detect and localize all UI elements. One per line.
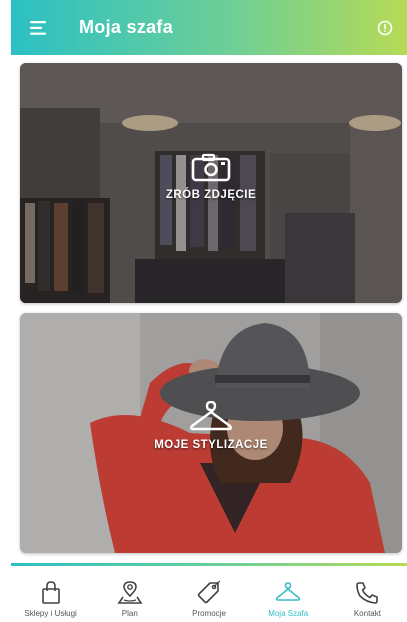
take-photo-label: ZRÓB ZDJĘCIE bbox=[165, 189, 257, 201]
hamburger-menu-icon bbox=[30, 20, 46, 35]
tag-icon bbox=[197, 580, 221, 604]
phone-icon bbox=[356, 582, 379, 604]
nav-label-contact: Kontakt bbox=[353, 609, 381, 618]
menu-button[interactable] bbox=[11, 0, 67, 55]
nav-item-promotions[interactable]: Promocje bbox=[169, 566, 248, 622]
shopping-bag-icon bbox=[41, 581, 60, 604]
hanger-icon bbox=[190, 401, 232, 431]
nav-label-shops: Sklepy i Usługi bbox=[24, 609, 77, 618]
nav-label-promotions: Promocje bbox=[192, 609, 226, 618]
nav-label-plan: Plan bbox=[121, 609, 138, 618]
hanger-icon bbox=[276, 582, 301, 601]
page-title: Moja szafa bbox=[79, 17, 174, 37]
nav-item-contact[interactable]: Kontakt bbox=[328, 566, 407, 622]
nav-label-my-wardrobe: Moja Szafa bbox=[268, 609, 309, 618]
nav-item-my-wardrobe[interactable]: Moja Szafa bbox=[249, 566, 328, 622]
my-stylizations-card[interactable]: MOJE STYLIZACJE bbox=[20, 313, 402, 553]
map-pin-icon bbox=[117, 581, 143, 604]
take-photo-card[interactable]: ZRÓB ZDJĘCIE bbox=[20, 63, 402, 303]
nav-item-plan[interactable]: Plan bbox=[90, 566, 169, 622]
info-icon[interactable] bbox=[375, 18, 395, 38]
nav-item-shops[interactable]: Sklepy i Usługi bbox=[11, 566, 90, 622]
my-stylizations-label: MOJE STYLIZACJE bbox=[154, 439, 268, 451]
bottom-navigation: Sklepy i Usługi Plan Promocje Moja Szafa… bbox=[11, 566, 407, 622]
camera-icon bbox=[191, 153, 231, 182]
app-header: Moja szafa bbox=[11, 0, 407, 55]
